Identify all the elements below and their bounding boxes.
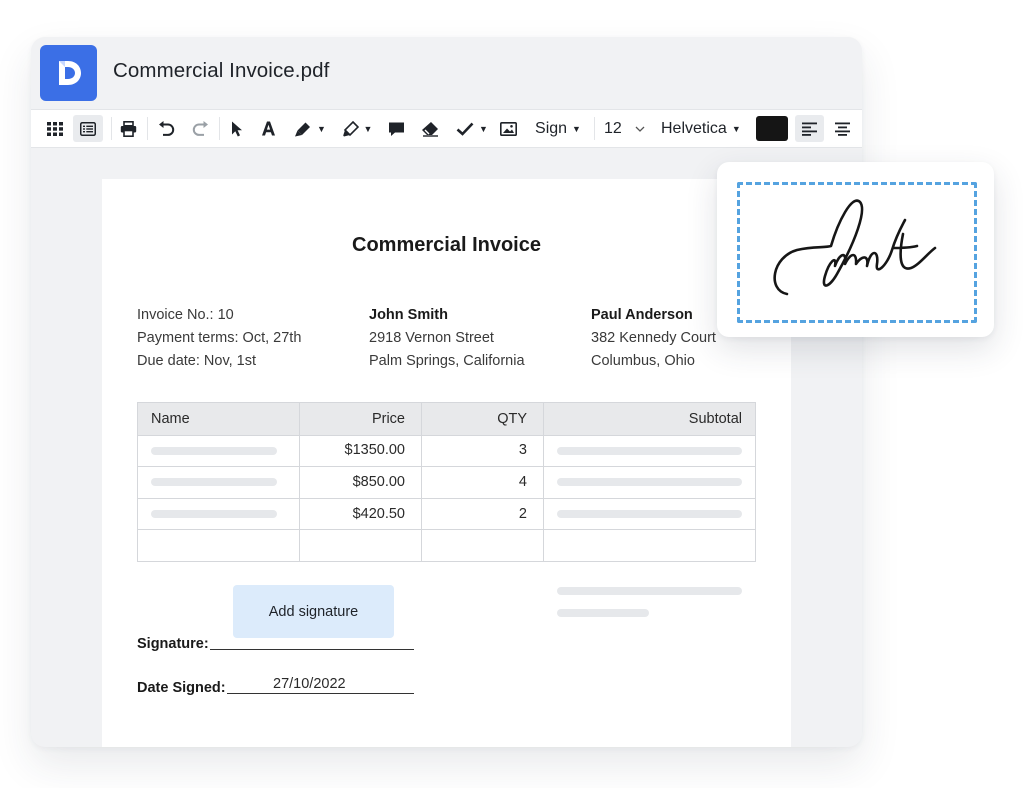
font-family-value: Helvetica — [661, 119, 727, 137]
list-view-icon — [80, 121, 96, 136]
font-size-value: 12 — [604, 119, 622, 137]
toolbar: ▼ ▼ ▼ Sign ▼ 12 Helvetica ▼ — [31, 109, 862, 148]
price-cell: $1350.00 — [344, 442, 405, 458]
name-placeholder — [151, 510, 277, 518]
table-header: Name Price QTY Subtotal — [138, 403, 755, 436]
invoice-title: Commercial Invoice — [352, 234, 541, 256]
sign-dropdown[interactable]: Sign ▼ — [530, 110, 586, 147]
list-view-button[interactable] — [73, 115, 103, 142]
chevron-down-icon: ▼ — [317, 123, 326, 134]
sender-city: Palm Springs, California — [369, 353, 525, 369]
pen-tool-dropdown[interactable]: ▼ — [290, 110, 330, 147]
chevron-down-icon — [635, 126, 645, 132]
chevron-down-icon: ▼ — [731, 123, 741, 134]
qty-cell: 2 — [518, 506, 527, 522]
print-button[interactable] — [117, 110, 139, 147]
align-left-button[interactable] — [795, 115, 824, 142]
document-page: Commercial Invoice Invoice No.: 10 Payme… — [102, 179, 791, 747]
subtotal-placeholder — [557, 510, 742, 518]
recipient-address: Paul Anderson 382 Kennedy Court Columbus… — [591, 304, 716, 373]
sender-address: John Smith 2918 Vernon Street Palm Sprin… — [369, 304, 525, 373]
align-center-button[interactable] — [831, 110, 853, 147]
date-signed-value: 27/10/2022 — [273, 676, 346, 692]
comment-icon — [388, 122, 404, 136]
checkmark-icon — [456, 122, 474, 136]
sender-street: 2918 Vernon Street — [369, 330, 494, 346]
text-icon — [261, 121, 275, 136]
total-placeholder — [557, 587, 742, 595]
comment-tool-button[interactable] — [385, 110, 407, 147]
text-tool-button[interactable] — [258, 110, 278, 147]
eraser-icon — [422, 121, 438, 137]
pen-icon — [295, 122, 311, 136]
total-placeholder-short — [557, 609, 649, 617]
redo-icon — [192, 120, 208, 136]
logo-icon — [58, 61, 81, 85]
checkmark-tool-dropdown[interactable]: ▼ — [451, 110, 493, 147]
select-tool-button[interactable] — [227, 110, 247, 147]
date-signed-line[interactable] — [227, 693, 414, 694]
undo-icon — [158, 120, 174, 136]
handwritten-signature — [773, 199, 937, 296]
document-title: Commercial Invoice.pdf — [113, 59, 330, 82]
chevron-down-icon: ▼ — [479, 123, 488, 134]
eraser-tool-button[interactable] — [419, 110, 441, 147]
name-placeholder — [151, 478, 277, 486]
header-price: Price — [371, 411, 405, 427]
qty-cell: 4 — [518, 474, 527, 490]
recipient-street: 382 Kennedy Court — [591, 330, 716, 346]
font-size-select[interactable]: 12 — [604, 110, 652, 147]
sender-name: John Smith — [369, 307, 448, 323]
table-row-empty[interactable] — [138, 530, 755, 561]
align-center-icon — [834, 122, 850, 136]
recipient-city: Columbus, Ohio — [591, 353, 695, 369]
font-family-select[interactable]: Helvetica ▼ — [661, 110, 749, 147]
grid-view-button[interactable] — [44, 110, 66, 147]
add-signature-button[interactable]: Add signature — [233, 585, 394, 638]
color-picker[interactable] — [755, 110, 789, 147]
signature-line[interactable] — [210, 649, 414, 650]
undo-button[interactable] — [155, 110, 177, 147]
select-arrow-icon — [232, 121, 242, 136]
subtotal-placeholder — [557, 447, 742, 455]
price-cell: $850.00 — [352, 474, 405, 490]
image-icon — [499, 121, 517, 136]
name-placeholder — [151, 447, 277, 455]
image-tool-button[interactable] — [497, 110, 519, 147]
invoice-table: Name Price QTY Subtotal $1350.00 3 $850.… — [137, 402, 756, 562]
chevron-down-icon: ▼ — [572, 123, 581, 134]
redo-button[interactable] — [189, 110, 211, 147]
signature-label: Signature: — [137, 636, 209, 652]
qty-cell: 3 — [518, 442, 527, 458]
signature-card[interactable] — [717, 162, 994, 337]
invoice-meta: Invoice No.: 10 Payment terms: Oct, 27th… — [137, 304, 301, 373]
date-signed-label: Date Signed: — [137, 680, 226, 696]
recipient-name: Paul Anderson — [591, 307, 693, 323]
header-subtotal: Subtotal — [688, 411, 742, 427]
align-left-icon — [802, 122, 817, 136]
grid-icon — [47, 121, 63, 136]
chevron-down-icon: ▼ — [363, 123, 373, 134]
print-icon — [120, 120, 136, 137]
price-cell: $420.50 — [352, 506, 405, 522]
payment-terms: Payment terms: Oct, 27th — [137, 330, 302, 346]
highlighter-tool-dropdown[interactable]: ▼ — [337, 110, 377, 147]
subtotal-placeholder — [557, 478, 742, 486]
due-date: Due date: Nov, 1st — [137, 353, 257, 369]
title-bar: Commercial Invoice.pdf — [31, 37, 862, 109]
header-qty: QTY — [497, 411, 527, 427]
header-name: Name — [151, 411, 190, 427]
color-swatch — [756, 116, 788, 141]
invoice-number: Invoice No.: 10 — [137, 307, 234, 323]
app-logo[interactable] — [40, 45, 97, 101]
highlighter-icon — [342, 120, 359, 136]
sign-label: Sign — [535, 119, 568, 137]
